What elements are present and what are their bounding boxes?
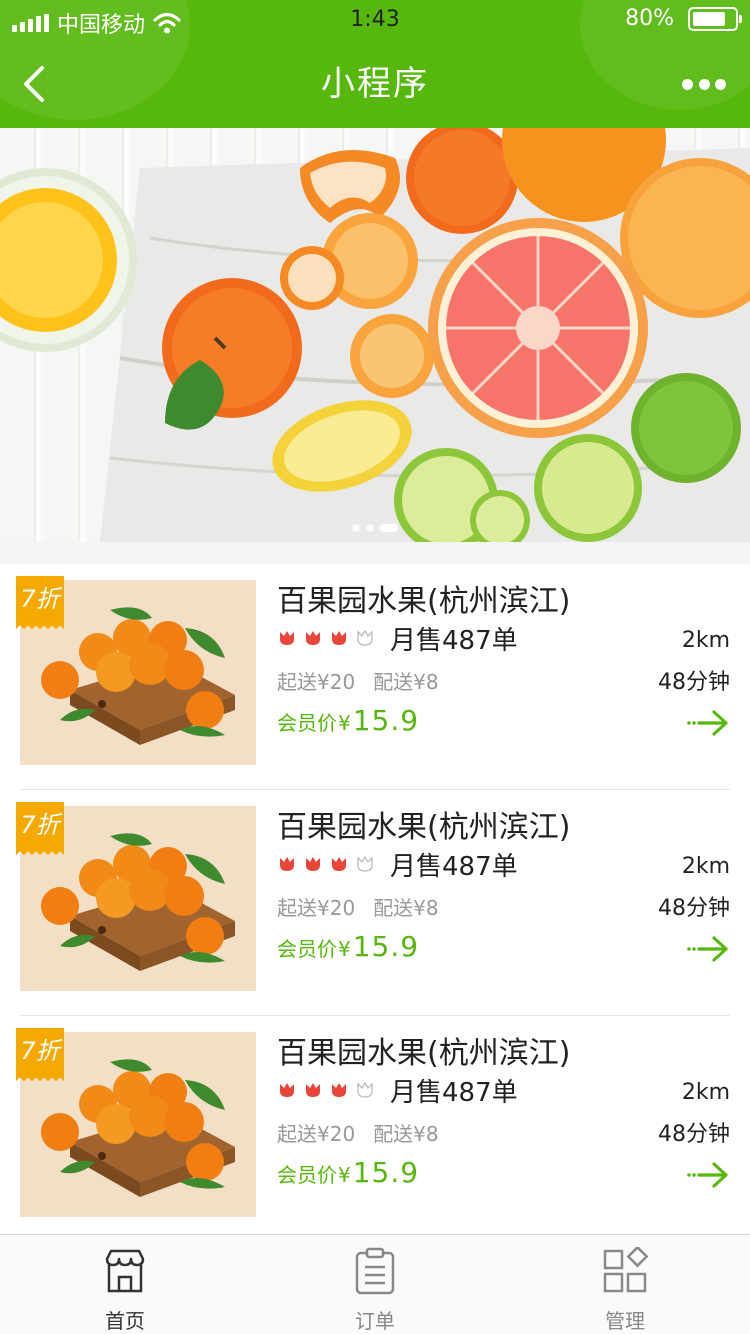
- rating-flower-filled-icon: [306, 857, 320, 871]
- nav-bar: 小程序: [0, 40, 750, 128]
- tab-manage[interactable]: 管理: [500, 1235, 750, 1334]
- battery-percent: 80%: [625, 6, 674, 31]
- discount-badge: 7折: [16, 1028, 64, 1084]
- discount-badge: 7折: [16, 576, 64, 632]
- rating-flower-filled-icon: [332, 1083, 346, 1097]
- member-price-label: 会员价: [277, 1163, 337, 1187]
- fee-info: 起送¥20 配送¥8: [277, 1118, 439, 1147]
- member-price-value: 15.9: [352, 1156, 420, 1189]
- carousel-dot[interactable]: [352, 524, 360, 532]
- tab-bar: 首页 订单 管理: [0, 1234, 750, 1334]
- distance: 2km: [681, 854, 730, 879]
- status-bar: 中国移动 1:43 80%: [0, 0, 750, 40]
- delivery-fee: 配送¥8: [373, 670, 439, 694]
- member-price-value: 15.9: [352, 704, 420, 737]
- page-title: 小程序: [321, 64, 429, 104]
- rating-flower-empty-icon: [357, 629, 373, 646]
- min-order: 起送¥20: [277, 1122, 356, 1146]
- shop-name[interactable]: 百果园水果(杭州滨江): [277, 802, 570, 846]
- delivery-fee: 配送¥8: [373, 1122, 439, 1146]
- rating-flower-filled-icon: [332, 631, 346, 645]
- currency-symbol: ¥: [338, 937, 351, 961]
- rating-flower-filled-icon: [280, 857, 294, 871]
- carousel-dot-active[interactable]: [380, 524, 398, 532]
- tab-manage-label: 管理: [605, 1309, 645, 1333]
- currency-symbol: ¥: [338, 711, 351, 735]
- battery-icon: [688, 6, 742, 31]
- min-order: 起送¥20: [277, 896, 356, 920]
- monthly-sales: 月售487单: [390, 626, 518, 656]
- rating-flowers: [277, 628, 375, 648]
- tab-orders[interactable]: 订单: [250, 1235, 500, 1334]
- monthly-sales: 月售487单: [390, 1078, 518, 1108]
- min-order: 起送¥20: [277, 670, 356, 694]
- rating-flowers: [277, 1080, 375, 1100]
- shop-list: 7折 百果园水果(杭州滨江) 月售487单 2km 起送¥20 配送¥8 48分…: [0, 564, 750, 1242]
- tab-home[interactable]: 首页: [0, 1235, 250, 1334]
- shop-list-item[interactable]: 7折 百果园水果(杭州滨江) 月售487单 2km 起送¥20 配送¥8 48分…: [0, 564, 750, 790]
- member-price: 会员价 ¥ 15.9: [277, 704, 419, 737]
- distance: 2km: [681, 1080, 730, 1105]
- rating-flower-filled-icon: [280, 631, 294, 645]
- rating-flower-filled-icon: [306, 631, 320, 645]
- member-price: 会员价 ¥ 15.9: [277, 930, 419, 963]
- delivery-time: 48分钟: [658, 670, 730, 695]
- banner-image: [0, 128, 750, 542]
- discount-badge: 7折: [16, 802, 64, 858]
- currency-symbol: ¥: [338, 1163, 351, 1187]
- rating-flower-filled-icon: [332, 857, 346, 871]
- member-price-label: 会员价: [277, 937, 337, 961]
- member-price-value: 15.9: [352, 930, 420, 963]
- shop-list-item[interactable]: 7折 百果园水果(杭州滨江) 月售487单 2km 起送¥20 配送¥8 48分…: [0, 790, 750, 1016]
- fee-info: 起送¥20 配送¥8: [277, 666, 439, 695]
- shop-name[interactable]: 百果园水果(杭州滨江): [277, 576, 570, 620]
- rating-flowers: [277, 854, 375, 874]
- delivery-fee: 配送¥8: [373, 896, 439, 920]
- shop-list-item[interactable]: 7折 百果园水果(杭州滨江) 月售487单 2km 起送¥20 配送¥8 48分…: [0, 1016, 750, 1242]
- monthly-sales: 月售487单: [390, 852, 518, 882]
- store-icon: [105, 1249, 145, 1293]
- clipboard-icon: [355, 1247, 395, 1295]
- app-header: 中国移动 1:43 80% 小程序: [0, 0, 750, 128]
- tab-home-label: 首页: [105, 1309, 145, 1333]
- more-options-icon[interactable]: [682, 70, 726, 98]
- carousel-dot[interactable]: [366, 524, 374, 532]
- delivery-time: 48分钟: [658, 1122, 730, 1147]
- member-price: 会员价 ¥ 15.9: [277, 1156, 419, 1189]
- rating-flower-empty-icon: [357, 1081, 373, 1098]
- rating-flower-filled-icon: [306, 1083, 320, 1097]
- shop-name[interactable]: 百果园水果(杭州滨江): [277, 1028, 570, 1072]
- enter-arrow-icon[interactable]: [686, 934, 730, 964]
- enter-arrow-icon[interactable]: [686, 708, 730, 738]
- rating-flower-empty-icon: [357, 855, 373, 872]
- carousel-indicator: [0, 524, 750, 532]
- rating-flower-filled-icon: [280, 1083, 294, 1097]
- status-right: 80%: [625, 6, 742, 31]
- tab-orders-label: 订单: [355, 1309, 395, 1333]
- member-price-label: 会员价: [277, 711, 337, 735]
- banner-carousel[interactable]: [0, 128, 750, 542]
- grid-icon: [603, 1247, 649, 1293]
- section-separator: [0, 542, 750, 564]
- delivery-time: 48分钟: [658, 896, 730, 921]
- enter-arrow-icon[interactable]: [686, 1160, 730, 1190]
- distance: 2km: [681, 628, 730, 653]
- fee-info: 起送¥20 配送¥8: [277, 892, 439, 921]
